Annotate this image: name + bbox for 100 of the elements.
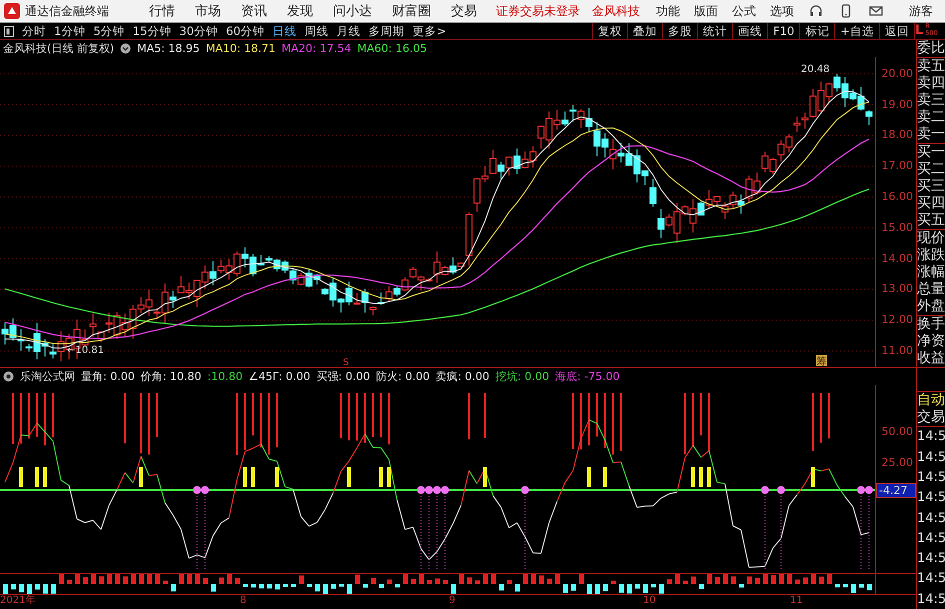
phone-icon[interactable] [839,4,853,18]
toolbar-button[interactable]: 多股 [662,23,698,39]
mail-icon[interactable] [869,4,883,18]
menu-item[interactable]: 市场 [185,2,231,20]
mode-label[interactable]: 自动 [917,391,945,410]
toolbar-button[interactable]: 统计 [697,23,732,39]
period-tab[interactable]: 5分钟 [89,23,129,39]
price-axis-label: 16.00 [882,191,913,203]
indicator-name: 乐淘公式网 [20,369,75,384]
user-label[interactable]: 游客 [909,2,933,20]
trade-time: 14:5 [917,489,945,508]
toolbar-button[interactable]: 返回 [879,23,914,39]
marker-bar [19,467,23,487]
quote-field-label: 买五 [917,212,945,229]
marker-bar [587,467,591,487]
price-axis-label: 13.00 [882,283,913,296]
trade-time: 14:5 [917,510,945,528]
marker-bar [275,467,279,487]
status-notice: 证券交易未登录 [495,2,581,20]
quote-field-label: 涨跌 [917,247,945,264]
marker-bar [347,467,351,487]
period-tab[interactable]: 15分钟 [128,23,176,39]
price-axis-label: 19.00 [882,98,913,111]
chart-title: 金风科技(日线 前复权) [3,41,114,56]
toolbar-button[interactable]: 复权 [592,23,628,39]
toolbar-button[interactable]: 标记 [799,23,834,39]
price-axis-label: 14.00 [882,252,913,265]
quote-field-label: 买三 [917,178,945,195]
indicator-legend-value: 挖坑: 0.00 [495,369,550,384]
quote-field-label: 卖一 [917,126,945,143]
date-axis-label: 9 [449,595,456,606]
period-tab[interactable]: 周线 [300,23,333,39]
quote-field-label: 卖四 [917,75,945,92]
quote-field-label: 外盘 [917,298,945,315]
ma-legend-value: MA20: 17.54 [282,42,352,55]
menu-item[interactable]: 问小达 [323,2,382,20]
trade-time: 14:5 [917,448,945,467]
marker-bar [707,467,711,487]
quote-field-label: 净资 [917,333,945,350]
price-axis-label: 12.00 [882,314,913,326]
price-axis-label: 20.00 [882,68,913,80]
trade-time: 14:5 [917,590,945,609]
indicator-legend-value: :10.80 [207,370,243,383]
quote-field-label: 卖二 [917,109,945,126]
indicator-legend-value: 价角: 10.80 [140,369,202,384]
trade-time: 14:5 [917,550,945,568]
level-letter: L [915,23,924,38]
period-tab[interactable]: 60分钟 [222,23,269,39]
marker-bar [35,467,39,487]
indicator-legend-value: 海底: -75.00 [555,369,620,384]
price-axis-label: 15.00 [882,222,913,234]
indicator-legend-value: ∠45Γ: 0.00 [248,370,310,383]
marker-bar [43,467,47,487]
period-tab[interactable]: 更多> [408,23,450,39]
marker-bar [483,467,487,487]
period-tab[interactable]: 30分钟 [175,23,222,39]
period-tab[interactable]: 1分钟 [50,23,90,39]
trade-time: 14:5 [917,530,945,548]
toolbar-button[interactable]: 画线 [732,23,768,39]
toolbar-button[interactable]: 叠加 [627,23,662,39]
menu-item[interactable]: 功能 [649,2,687,20]
toolbar-button[interactable]: F10 [767,23,800,39]
marker-bar [699,467,703,487]
indicator-legend-value: 量角: 0.00 [81,369,135,384]
menu-item[interactable]: 资讯 [231,2,277,20]
marker-bar [139,467,143,487]
trade-time: 14:5 [917,570,945,588]
settings-icon[interactable] [120,43,132,54]
period-tab[interactable]: 多周期 [364,23,409,39]
marker-bar [603,467,607,487]
menu-item[interactable]: 版面 [687,2,725,20]
high-price-label: 20.48 [801,64,830,75]
trade-label: 交易 [917,409,945,428]
quote-field-label: 买一 [917,144,945,161]
ma-legend-value: MA60: 16.05 [357,42,427,55]
menu-item[interactable]: 交易 [441,2,487,20]
quote-field-label: 卖三 [917,92,945,109]
period-tab[interactable]: 日线 [268,23,301,39]
period-tab[interactable]: 分时 [18,23,50,39]
trade-time: 14:5 [917,468,945,487]
marker-bar [251,467,255,487]
quote-field-label: 涨幅 [917,264,945,281]
date-axis-label: 2021年 [0,595,36,606]
toolbar-button[interactable]: +自选 [834,23,879,39]
headset-icon[interactable] [809,4,823,18]
chip-marker-icon[interactable]: 筹 [816,355,827,367]
marker-bar [691,467,695,487]
menu-item[interactable]: 财富圈 [382,2,441,20]
panel-toggle-icon[interactable] [4,26,14,36]
settings-icon[interactable] [3,371,14,382]
period-tab[interactable]: 月线 [332,23,365,39]
menu-item[interactable]: 发现 [277,2,323,20]
menu-item[interactable]: 公式 [725,2,763,20]
menu-item[interactable]: 选项 [763,2,801,20]
price-axis-label: 18.00 [882,129,913,142]
menu-item[interactable]: 行情 [139,2,185,20]
marker-bar [379,467,383,487]
quote-field-label: 收益 [917,350,945,367]
price-axis-label: 17.00 [882,160,913,172]
quote-field-label: 买四 [917,195,945,212]
